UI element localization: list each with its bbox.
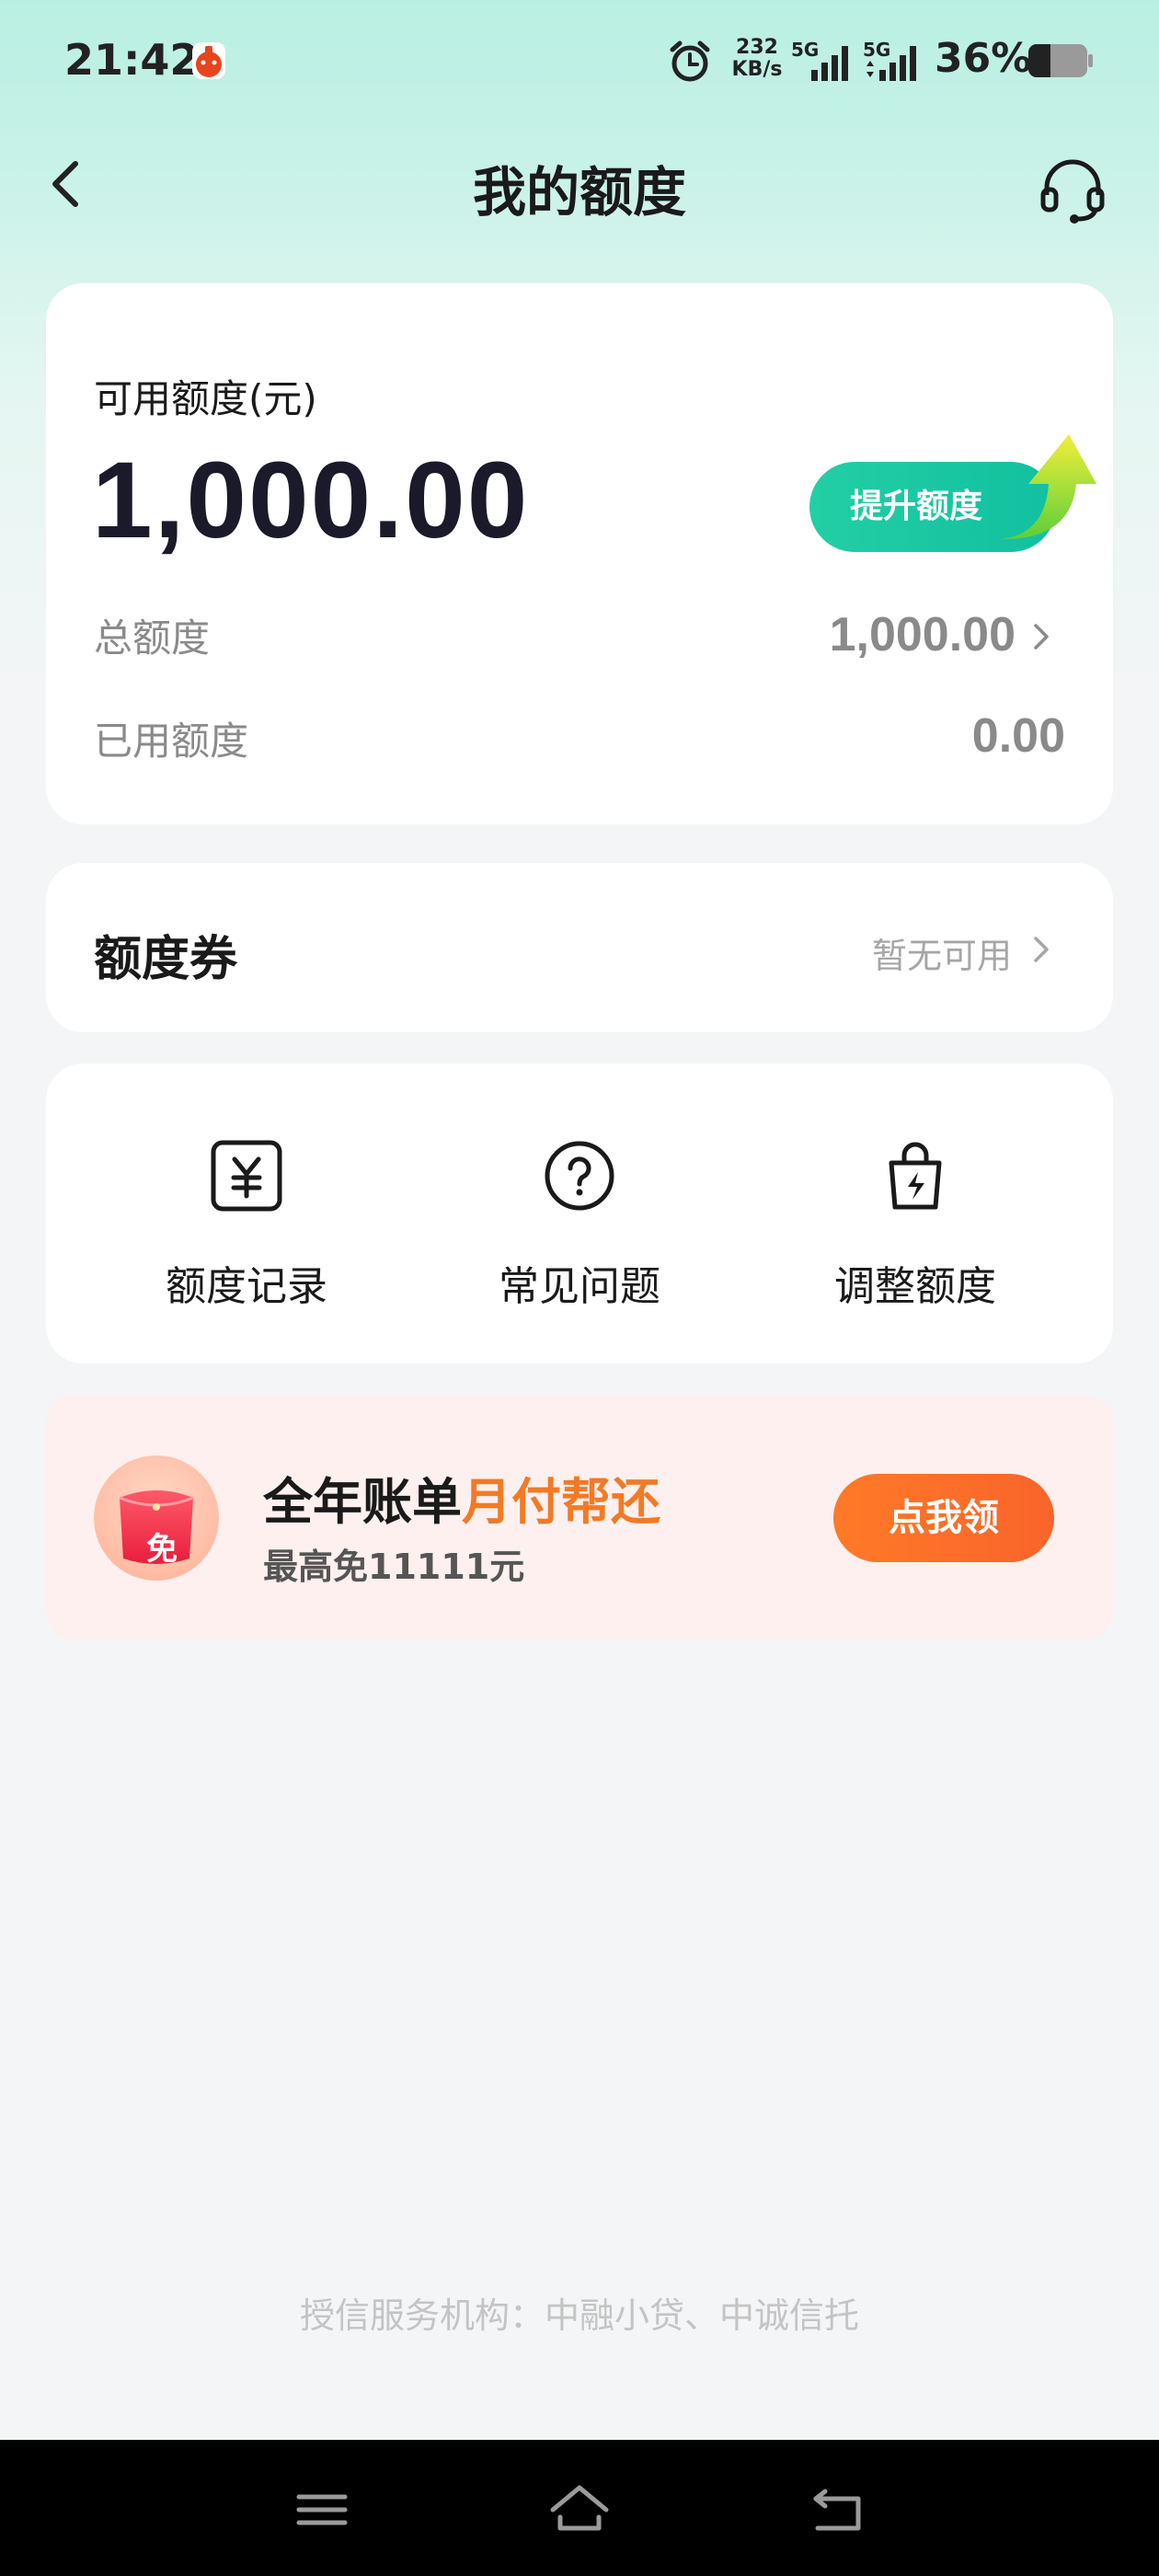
signal-bars-icon — [811, 46, 848, 81]
quota-coupon-title: 额度券 — [94, 932, 238, 987]
shortcut-faq[interactable]: 常见问题 — [442, 1064, 717, 1363]
chevron-right-icon — [1034, 937, 1049, 962]
used-quota-value: 0.00 — [971, 709, 1065, 763]
back-icon[interactable] — [805, 2477, 869, 2541]
up-arrow-icon — [999, 434, 1096, 540]
battery-percent: 36% — [935, 35, 1032, 82]
system-navigation-bar — [0, 2440, 1159, 2576]
battery-icon — [1028, 44, 1093, 77]
promo-banner[interactable]: 免 全年账单月付帮还 最高免11111元 点我领 — [46, 1395, 1113, 1639]
network-speed-unit: KB/s — [731, 58, 783, 81]
quota-coupon-status: 暂无可用 — [871, 936, 1012, 976]
total-quota-label: 总额度 — [94, 615, 211, 661]
shortcut-adjust-quota[interactable]: 调整额度 — [777, 1064, 1053, 1363]
shortcut-card: 额度记录 常见问题 调整额度 — [46, 1064, 1113, 1363]
bag-lightning-icon — [889, 1142, 942, 1210]
signal-1: 5G — [791, 37, 855, 85]
claim-button[interactable]: 点我领 — [833, 1474, 1054, 1562]
promo-title-plain: 全年账单 — [263, 1473, 462, 1531]
available-quota-amount: 1,000.00 — [92, 440, 530, 561]
promo-badge-text: 免 — [146, 1531, 178, 1568]
promo-title: 全年账单月付帮还 — [263, 1461, 660, 1534]
total-quota-value[interactable]: 1,000.00 — [830, 607, 1016, 662]
shortcut-label: 额度记录 — [166, 1263, 327, 1310]
signal-2: 5G — [863, 37, 927, 85]
used-quota-label: 已用额度 — [94, 719, 249, 764]
promo-subtitle: 最高免11111元 — [263, 1547, 525, 1587]
promo-title-highlight: 月付帮还 — [462, 1473, 660, 1531]
network-speed-value: 232 — [736, 36, 778, 59]
quota-card: 可用额度(元) 1,000.00 提升额度 总额度 1,000.00 已用额度 … — [46, 283, 1113, 824]
status-time: 21:42 — [64, 35, 200, 85]
credit-institution-note: 授信服务机构：中融小贷、中诚信托 — [299, 2295, 859, 2336]
network-speed: 232 KB/s — [729, 37, 785, 81]
home-icon[interactable] — [547, 2477, 612, 2541]
status-bar: 21:42 232 KB/s 5G 5G 36% — [0, 0, 1159, 129]
menu-icon[interactable] — [290, 2477, 354, 2541]
shortcut-label: 常见问题 — [499, 1263, 660, 1310]
quota-coupon-row[interactable]: 额度券 暂无可用 — [46, 863, 1113, 1032]
alarm-icon — [670, 40, 710, 82]
chevron-right-icon[interactable] — [1030, 618, 1054, 655]
customer-service-headset-icon[interactable] — [1038, 155, 1107, 224]
available-quota-label: 可用额度(元) — [94, 376, 317, 421]
app-notification-icon — [192, 42, 225, 79]
shortcut-label: 调整额度 — [834, 1263, 996, 1310]
question-circle-icon — [545, 1141, 614, 1211]
page-title: 我的额度 — [472, 161, 686, 224]
signal-bars-icon — [866, 46, 916, 81]
yen-record-icon — [211, 1140, 282, 1212]
shortcut-quota-record[interactable]: 额度记录 — [109, 1064, 384, 1363]
raise-quota-button[interactable]: 提升额度 — [809, 434, 1096, 552]
